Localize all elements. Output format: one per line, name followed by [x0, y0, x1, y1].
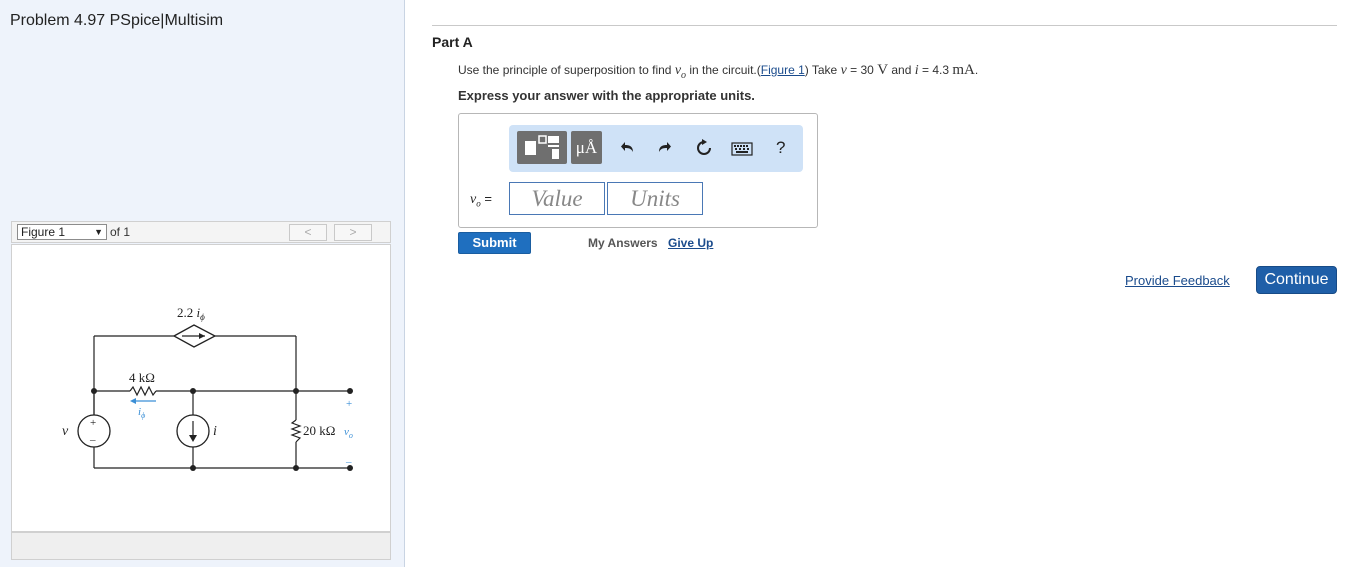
continue-button[interactable]: Continue — [1256, 266, 1337, 294]
instruction: Express your answer with the appropriate… — [458, 88, 755, 103]
source-minus: – — [89, 434, 96, 446]
prompt-vo: vo — [674, 63, 687, 81]
template-icon — [525, 135, 559, 159]
out-plus: + — [346, 398, 352, 410]
resistor-20k-label: 20 kΩ — [303, 423, 335, 438]
prompt-text: Use the principle of superposition to fi… — [458, 63, 672, 77]
prompt-mid: in the circuit.( — [689, 63, 761, 77]
i-unit: mA — [952, 62, 975, 78]
my-answers-label: My Answers — [588, 236, 658, 250]
figure-panel: 2.2 iϕ 4 kΩ iϕ + – v i 20 kΩ + – vo — [11, 244, 391, 532]
math-toolbar: μÅ ? — [509, 125, 803, 172]
prompt-take: ) Take — [804, 63, 838, 77]
source-plus: + — [90, 417, 96, 429]
figure-navigation: Figure 1 ▼ of 1 < > — [11, 221, 391, 243]
current-label-sub: ϕ — [141, 411, 145, 420]
resistor-20k — [290, 419, 302, 443]
dep-source-sub: ϕ — [200, 312, 205, 322]
answer-variable-label: vo = — [470, 191, 492, 209]
dep-source-gain: 2.2 — [177, 305, 193, 320]
and-text: and — [891, 63, 912, 77]
provide-feedback-link[interactable]: Provide Feedback — [1125, 273, 1230, 288]
figure-footer — [11, 532, 391, 560]
svg-text:iϕ: iϕ — [138, 406, 145, 420]
undo-icon[interactable] — [620, 139, 636, 160]
resistor-4k — [129, 385, 157, 397]
i-value: = 4.3 — [921, 63, 950, 77]
prompt-end: . — [974, 63, 979, 77]
divider — [432, 25, 1337, 26]
prev-figure-button[interactable]: < — [289, 224, 327, 241]
v-unit: V — [877, 62, 889, 78]
part-label: Part A — [432, 34, 473, 50]
units-input[interactable]: Units — [607, 182, 703, 215]
problem-prompt: Use the principle of superposition to fi… — [458, 62, 978, 81]
figure-select-value: Figure 1 — [21, 225, 66, 239]
out-sub: o — [349, 431, 353, 440]
give-up-link[interactable]: Give Up — [668, 236, 713, 250]
value-input[interactable]: Value — [509, 182, 605, 215]
units-button[interactable]: μÅ — [571, 131, 602, 164]
figure-count: of 1 — [110, 225, 131, 239]
svg-text:2.2 iϕ: 2.2 iϕ — [177, 305, 205, 322]
resistor-4k-label: 4 kΩ — [129, 370, 155, 385]
v-value: = 30 — [850, 63, 874, 77]
reset-icon[interactable] — [695, 139, 713, 162]
figure-select[interactable]: Figure 1 ▼ — [17, 224, 107, 240]
template-button[interactable] — [517, 131, 567, 164]
svg-text:vo: vo — [344, 426, 353, 440]
submit-button[interactable]: Submit — [458, 232, 531, 254]
keyboard-icon[interactable] — [731, 141, 753, 161]
circuit-diagram: 2.2 iϕ 4 kΩ iϕ + – v i 20 kΩ + – vo — [62, 305, 353, 471]
dropdown-arrow-icon: ▼ — [94, 227, 103, 237]
answer-box: μÅ ? vo = Value Units — [458, 113, 818, 228]
v-symbol: v — [840, 63, 847, 78]
redo-icon[interactable] — [656, 139, 672, 160]
source-v-label: v — [62, 424, 69, 439]
source-i-label: i — [213, 424, 217, 439]
problem-title: Problem 4.97 PSpice|Multisim — [10, 12, 224, 29]
left-panel: Problem 4.97 PSpice|Multisim Figure 1 ▼ … — [0, 0, 405, 567]
next-figure-button[interactable]: > — [334, 224, 372, 241]
figure-1-link[interactable]: Figure 1 — [761, 63, 805, 77]
help-button[interactable]: ? — [776, 138, 785, 158]
i-symbol: i — [914, 63, 919, 78]
